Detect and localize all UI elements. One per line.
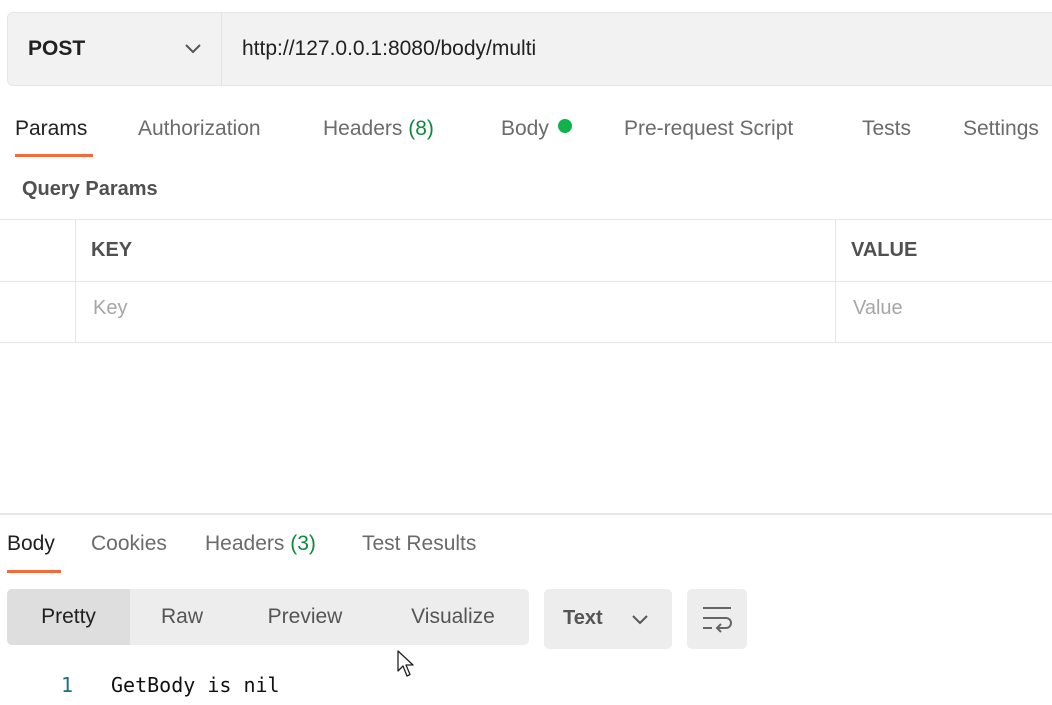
response-tab-headers-label: Headers xyxy=(205,532,285,555)
format-visualize-button[interactable]: Visualize xyxy=(383,589,523,645)
tab-settings-label: Settings xyxy=(963,117,1039,140)
tab-settings[interactable]: Settings xyxy=(963,117,1039,141)
tab-body-label: Body xyxy=(501,117,549,140)
tab-headers-count: (8) xyxy=(408,117,434,140)
tab-pre-request-script[interactable]: Pre-request Script xyxy=(624,117,793,141)
tab-tests[interactable]: Tests xyxy=(862,117,911,141)
response-tab-headers[interactable]: Headers (3) xyxy=(205,532,316,556)
wrap-lines-button[interactable] xyxy=(687,589,747,649)
language-select-value: Text xyxy=(563,607,603,629)
response-tab-cookies[interactable]: Cookies xyxy=(91,532,167,556)
method-select[interactable]: POST xyxy=(8,13,222,85)
format-pretty-button[interactable]: Pretty xyxy=(7,589,130,645)
chevron-down-icon xyxy=(632,615,648,625)
response-tab-cookies-label: Cookies xyxy=(91,532,167,555)
method-label: POST xyxy=(28,37,86,60)
active-tab-indicator xyxy=(15,154,93,157)
response-tab-test-results-label: Test Results xyxy=(362,532,477,555)
table-divider xyxy=(0,219,1052,220)
mouse-cursor-icon xyxy=(397,650,414,677)
wrap-lines-icon xyxy=(703,607,732,633)
param-value-input[interactable]: Value xyxy=(853,297,903,320)
chevron-down-icon xyxy=(185,44,201,54)
tab-tests-label: Tests xyxy=(862,117,912,140)
format-toggle-group: Pretty Raw Preview Visualize xyxy=(7,589,529,645)
line-number: 1 xyxy=(61,673,74,697)
tab-params[interactable]: Params xyxy=(15,117,87,141)
tab-headers-label: Headers xyxy=(323,117,403,140)
param-key-input[interactable]: Key xyxy=(93,297,127,320)
response-tab-body[interactable]: Body xyxy=(7,532,55,556)
response-tab-test-results[interactable]: Test Results xyxy=(362,532,476,556)
response-tab-headers-count: (3) xyxy=(290,532,316,555)
url-input[interactable] xyxy=(242,37,1002,61)
column-header-key: KEY xyxy=(91,239,133,261)
table-divider xyxy=(0,342,1052,343)
table-column-divider xyxy=(75,219,76,343)
table-divider xyxy=(0,281,1052,282)
request-bar: POST xyxy=(7,12,1052,86)
active-response-tab-indicator xyxy=(7,570,61,573)
table-column-divider xyxy=(835,219,836,343)
tab-params-label: Params xyxy=(15,117,88,140)
query-params-title: Query Params xyxy=(22,178,158,200)
format-raw-button[interactable]: Raw xyxy=(130,589,234,645)
response-body-line: GetBody is nil xyxy=(111,673,280,697)
response-pane-divider[interactable] xyxy=(0,513,1052,515)
language-select[interactable]: Text xyxy=(544,589,672,649)
column-header-value: VALUE xyxy=(851,239,918,261)
tab-body[interactable]: Body xyxy=(501,117,572,141)
response-tab-body-label: Body xyxy=(7,532,55,555)
tab-headers[interactable]: Headers (8) xyxy=(323,117,434,141)
tab-pre-request-script-label: Pre-request Script xyxy=(624,117,794,140)
format-preview-button[interactable]: Preview xyxy=(239,589,371,645)
tab-authorization[interactable]: Authorization xyxy=(138,117,261,141)
tab-authorization-label: Authorization xyxy=(138,117,261,140)
body-active-dot-icon xyxy=(557,119,572,133)
